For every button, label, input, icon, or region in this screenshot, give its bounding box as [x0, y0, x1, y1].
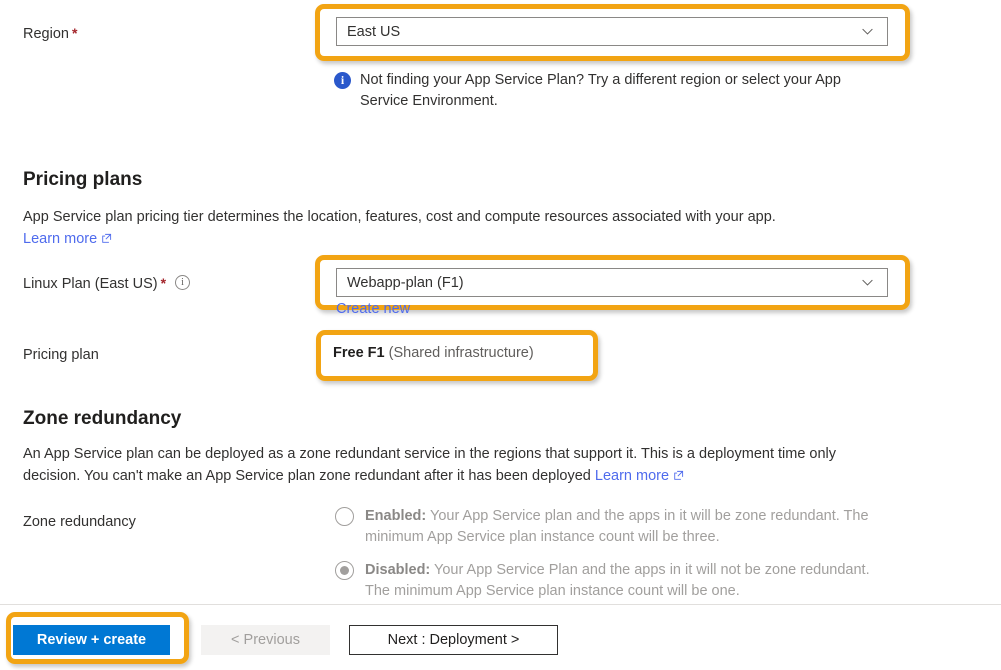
- zone-redundancy-option-disabled[interactable]: Disabled: Your App Service Plan and the …: [335, 560, 885, 602]
- review-create-button[interactable]: Review + create: [13, 625, 170, 655]
- region-required-asterisk: *: [71, 25, 78, 41]
- linux-plan-dropdown-value: Webapp-plan (F1): [347, 274, 464, 291]
- pricing-plan-value: Free F1 (Shared infrastructure): [333, 343, 534, 363]
- pricing-plan-value-detail: (Shared infrastructure): [388, 345, 534, 361]
- linux-plan-label: Linux Plan (East US) *: [23, 273, 191, 294]
- zone-redundancy-option-enabled-title: Enabled:: [365, 508, 427, 524]
- linux-plan-dropdown[interactable]: Webapp-plan (F1): [336, 268, 888, 297]
- zone-redundancy-option-disabled-text: Disabled: Your App Service Plan and the …: [365, 560, 885, 602]
- linux-plan-label-text: Linux Plan (East US): [23, 276, 158, 292]
- app-service-create-form: Region* East US Not finding your App Ser…: [0, 0, 1001, 670]
- zone-redundancy-field-label: Zone redundancy: [23, 514, 136, 530]
- pricing-plans-learn-more-text: Learn more: [23, 231, 98, 247]
- zone-redundancy-learn-more-text: Learn more: [594, 468, 670, 484]
- create-new-plan-link[interactable]: Create new: [336, 301, 410, 317]
- region-dropdown-value: East US: [347, 23, 401, 40]
- external-link-icon: [674, 470, 684, 480]
- pricing-plans-heading: Pricing plans: [23, 169, 143, 190]
- chevron-down-icon: [862, 279, 873, 286]
- zone-redundancy-description-text: An App Service plan can be deployed as a…: [23, 446, 837, 484]
- zone-redundancy-option-enabled[interactable]: Enabled: Your App Service plan and the a…: [335, 506, 885, 548]
- external-link-icon: [102, 233, 112, 243]
- previous-button: < Previous: [201, 625, 330, 655]
- info-filled-icon: [334, 72, 351, 89]
- pricing-plans-learn-more-link[interactable]: Learn more: [23, 231, 112, 247]
- pricing-plan-label: Pricing plan: [23, 347, 99, 363]
- region-label: Region *: [23, 23, 77, 44]
- zone-redundancy-option-disabled-title: Disabled:: [365, 562, 431, 578]
- linux-plan-required-asterisk: *: [160, 275, 167, 291]
- region-info-message: Not finding your App Service Plan? Try a…: [334, 70, 860, 112]
- next-deployment-button[interactable]: Next : Deployment >: [349, 625, 558, 655]
- pricing-plans-description: App Service plan pricing tier determines…: [23, 206, 883, 250]
- zone-redundancy-learn-more-link[interactable]: Learn more: [595, 468, 684, 484]
- zone-redundancy-option-enabled-desc: Your App Service plan and the apps in it…: [365, 508, 869, 545]
- zone-redundancy-option-enabled-text: Enabled: Your App Service plan and the a…: [365, 506, 885, 548]
- zone-redundancy-heading: Zone redundancy: [23, 408, 182, 429]
- info-outline-icon[interactable]: [175, 275, 191, 290]
- pricing-plans-description-text: App Service plan pricing tier determines…: [23, 209, 776, 225]
- region-label-text: Region: [23, 26, 69, 42]
- radio-disabled[interactable]: [335, 561, 354, 580]
- chevron-down-icon: [862, 28, 873, 35]
- zone-redundancy-description: An App Service plan can be deployed as a…: [23, 443, 885, 487]
- region-dropdown[interactable]: East US: [336, 17, 888, 46]
- region-info-message-text: Not finding your App Service Plan? Try a…: [360, 72, 841, 109]
- zone-redundancy-option-disabled-desc: Your App Service Plan and the apps in it…: [365, 562, 870, 599]
- radio-enabled[interactable]: [335, 507, 354, 526]
- wizard-footer: Review + create < Previous Next : Deploy…: [0, 604, 1001, 670]
- pricing-plan-value-tier: Free F1: [333, 345, 385, 361]
